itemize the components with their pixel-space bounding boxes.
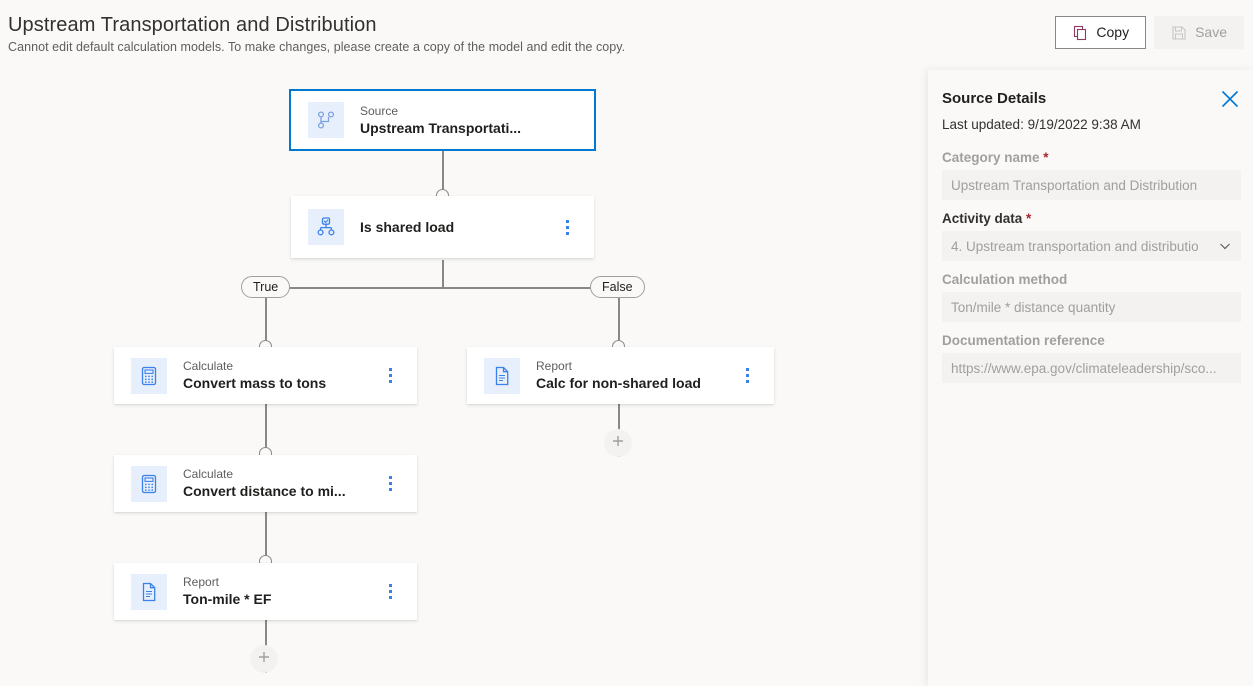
- field-activity-data-label: Activity data *: [942, 211, 1032, 226]
- condition-icon: [308, 209, 344, 245]
- last-updated-text: Last updated: 9/19/2022 9:38 AM: [942, 117, 1141, 132]
- branch-source-icon: [308, 102, 344, 138]
- flow-node-ton-mile-ef[interactable]: Report Ton-mile * EF: [114, 563, 417, 620]
- copy-button-label: Copy: [1096, 24, 1130, 40]
- close-icon[interactable]: [1219, 88, 1241, 110]
- document-icon: [484, 357, 520, 394]
- field-activity-data: Activity data * 4. Upstream transportati…: [942, 211, 1241, 261]
- flow-node-convert-distance-to-miles[interactable]: Calculate Convert distance to mi...: [114, 455, 417, 512]
- flow-node-ton-mile-ef-name: Ton-mile * EF: [183, 591, 272, 607]
- edge-split-horizontal: [266, 287, 619, 289]
- flow-node-convert-distance-to-miles-kind: Calculate: [183, 467, 234, 481]
- page-header: Upstream Transportation and Distribution…: [0, 0, 1253, 64]
- field-category-name: Category name * Upstream Transportation …: [942, 150, 1241, 200]
- add-node-button-true-branch[interactable]: [250, 645, 278, 673]
- required-asterisk: *: [1039, 150, 1049, 165]
- calculator-icon: [131, 465, 167, 502]
- flow-node-convert-distance-to-miles-text: Calculate Convert distance to mi...: [167, 467, 376, 500]
- flow-node-calc-for-non-shared-load[interactable]: Report Calc for non-shared load: [467, 347, 774, 404]
- field-calculation-method-input[interactable]: Ton/mile * distance quantity: [942, 292, 1241, 322]
- plus-icon: [256, 649, 272, 670]
- flow-canvas[interactable]: True False Source Upstream Transportati.…: [0, 64, 928, 686]
- flow-node-calc-for-non-shared-load-kind: Report: [536, 359, 573, 373]
- field-category-name-input[interactable]: Upstream Transportation and Distribution: [942, 170, 1241, 200]
- flow-node-convert-mass-to-tons-kind: Calculate: [183, 359, 234, 373]
- panel-title: Source Details: [942, 90, 1047, 107]
- flow-node-convert-mass-to-tons-menu-button[interactable]: [376, 348, 404, 403]
- branch-label-true: True: [241, 276, 291, 298]
- calculation-model-editor: Upstream Transportation and Distribution…: [0, 0, 1253, 686]
- field-documentation-reference-label: Documentation reference: [942, 333, 1105, 348]
- copy-icon: [1072, 25, 1088, 41]
- field-documentation-reference-input[interactable]: https://www.epa.gov/climateleadership/sc…: [942, 353, 1241, 383]
- field-calculation-method-label: Calculation method: [942, 272, 1068, 287]
- flow-node-source[interactable]: Source Upstream Transportati...: [289, 89, 596, 151]
- flow-node-source-text: Source Upstream Transportati...: [344, 104, 574, 137]
- flow-node-ton-mile-ef-kind: Report: [183, 575, 220, 589]
- flow-node-decision-menu-button[interactable]: [553, 197, 581, 257]
- document-icon: [131, 573, 167, 610]
- flow-node-decision-text: Is shared load: [344, 218, 553, 236]
- flow-node-convert-mass-to-tons-name: Convert mass to tons: [183, 375, 327, 391]
- flow-node-ton-mile-ef-menu-button[interactable]: [376, 564, 404, 619]
- plus-icon: [610, 433, 626, 454]
- header-actions: Copy Save: [1055, 16, 1244, 49]
- flow-node-calc-for-non-shared-load-name: Calc for non-shared load: [536, 375, 701, 391]
- flow-node-source-kind: Source: [360, 103, 399, 118]
- copy-button[interactable]: Copy: [1055, 16, 1147, 49]
- field-activity-data-value: 4. Upstream transportation and distribut…: [951, 238, 1199, 254]
- flow-node-convert-mass-to-tons[interactable]: Calculate Convert mass to tons: [114, 347, 417, 404]
- flow-node-source-name: Upstream Transportati...: [360, 119, 522, 136]
- add-node-button-false-branch[interactable]: [604, 429, 632, 457]
- page-subtitle: Cannot edit default calculation models. …: [8, 40, 626, 54]
- save-button-label: Save: [1195, 24, 1227, 40]
- flow-node-decision-name: Is shared load: [360, 219, 455, 235]
- field-activity-data-dropdown[interactable]: 4. Upstream transportation and distribut…: [942, 231, 1241, 261]
- flow-node-calc-for-non-shared-load-text: Report Calc for non-shared load: [520, 359, 733, 392]
- page-title: Upstream Transportation and Distribution: [8, 14, 377, 36]
- field-documentation-reference-value: https://www.epa.gov/climateleadership/sc…: [951, 360, 1217, 376]
- flow-node-convert-mass-to-tons-text: Calculate Convert mass to tons: [167, 359, 376, 392]
- save-disk-icon: [1171, 25, 1187, 41]
- flow-node-convert-distance-to-miles-menu-button[interactable]: [376, 456, 404, 511]
- flow-node-decision[interactable]: Is shared load: [291, 196, 594, 258]
- field-documentation-reference: Documentation reference https://www.epa.…: [942, 333, 1241, 383]
- chevron-down-icon: [1218, 239, 1232, 253]
- flow-node-ton-mile-ef-text: Report Ton-mile * EF: [167, 575, 376, 608]
- field-calculation-method: Calculation method Ton/mile * distance q…: [942, 272, 1241, 322]
- branch-label-false: False: [590, 276, 645, 298]
- calculator-icon: [131, 357, 167, 394]
- required-asterisk: *: [1022, 211, 1032, 226]
- flow-node-calc-for-non-shared-load-menu-button[interactable]: [733, 348, 761, 403]
- field-category-name-label: Category name *: [942, 150, 1049, 165]
- source-details-panel: Source Details Last updated: 9/19/2022 9…: [928, 70, 1253, 686]
- field-calculation-method-value: Ton/mile * distance quantity: [951, 299, 1116, 315]
- edge-decision-to-split: [442, 260, 444, 288]
- flow-node-convert-distance-to-miles-name: Convert distance to mi...: [183, 483, 346, 499]
- save-button[interactable]: Save: [1154, 16, 1244, 49]
- field-category-name-value: Upstream Transportation and Distribution: [951, 177, 1198, 193]
